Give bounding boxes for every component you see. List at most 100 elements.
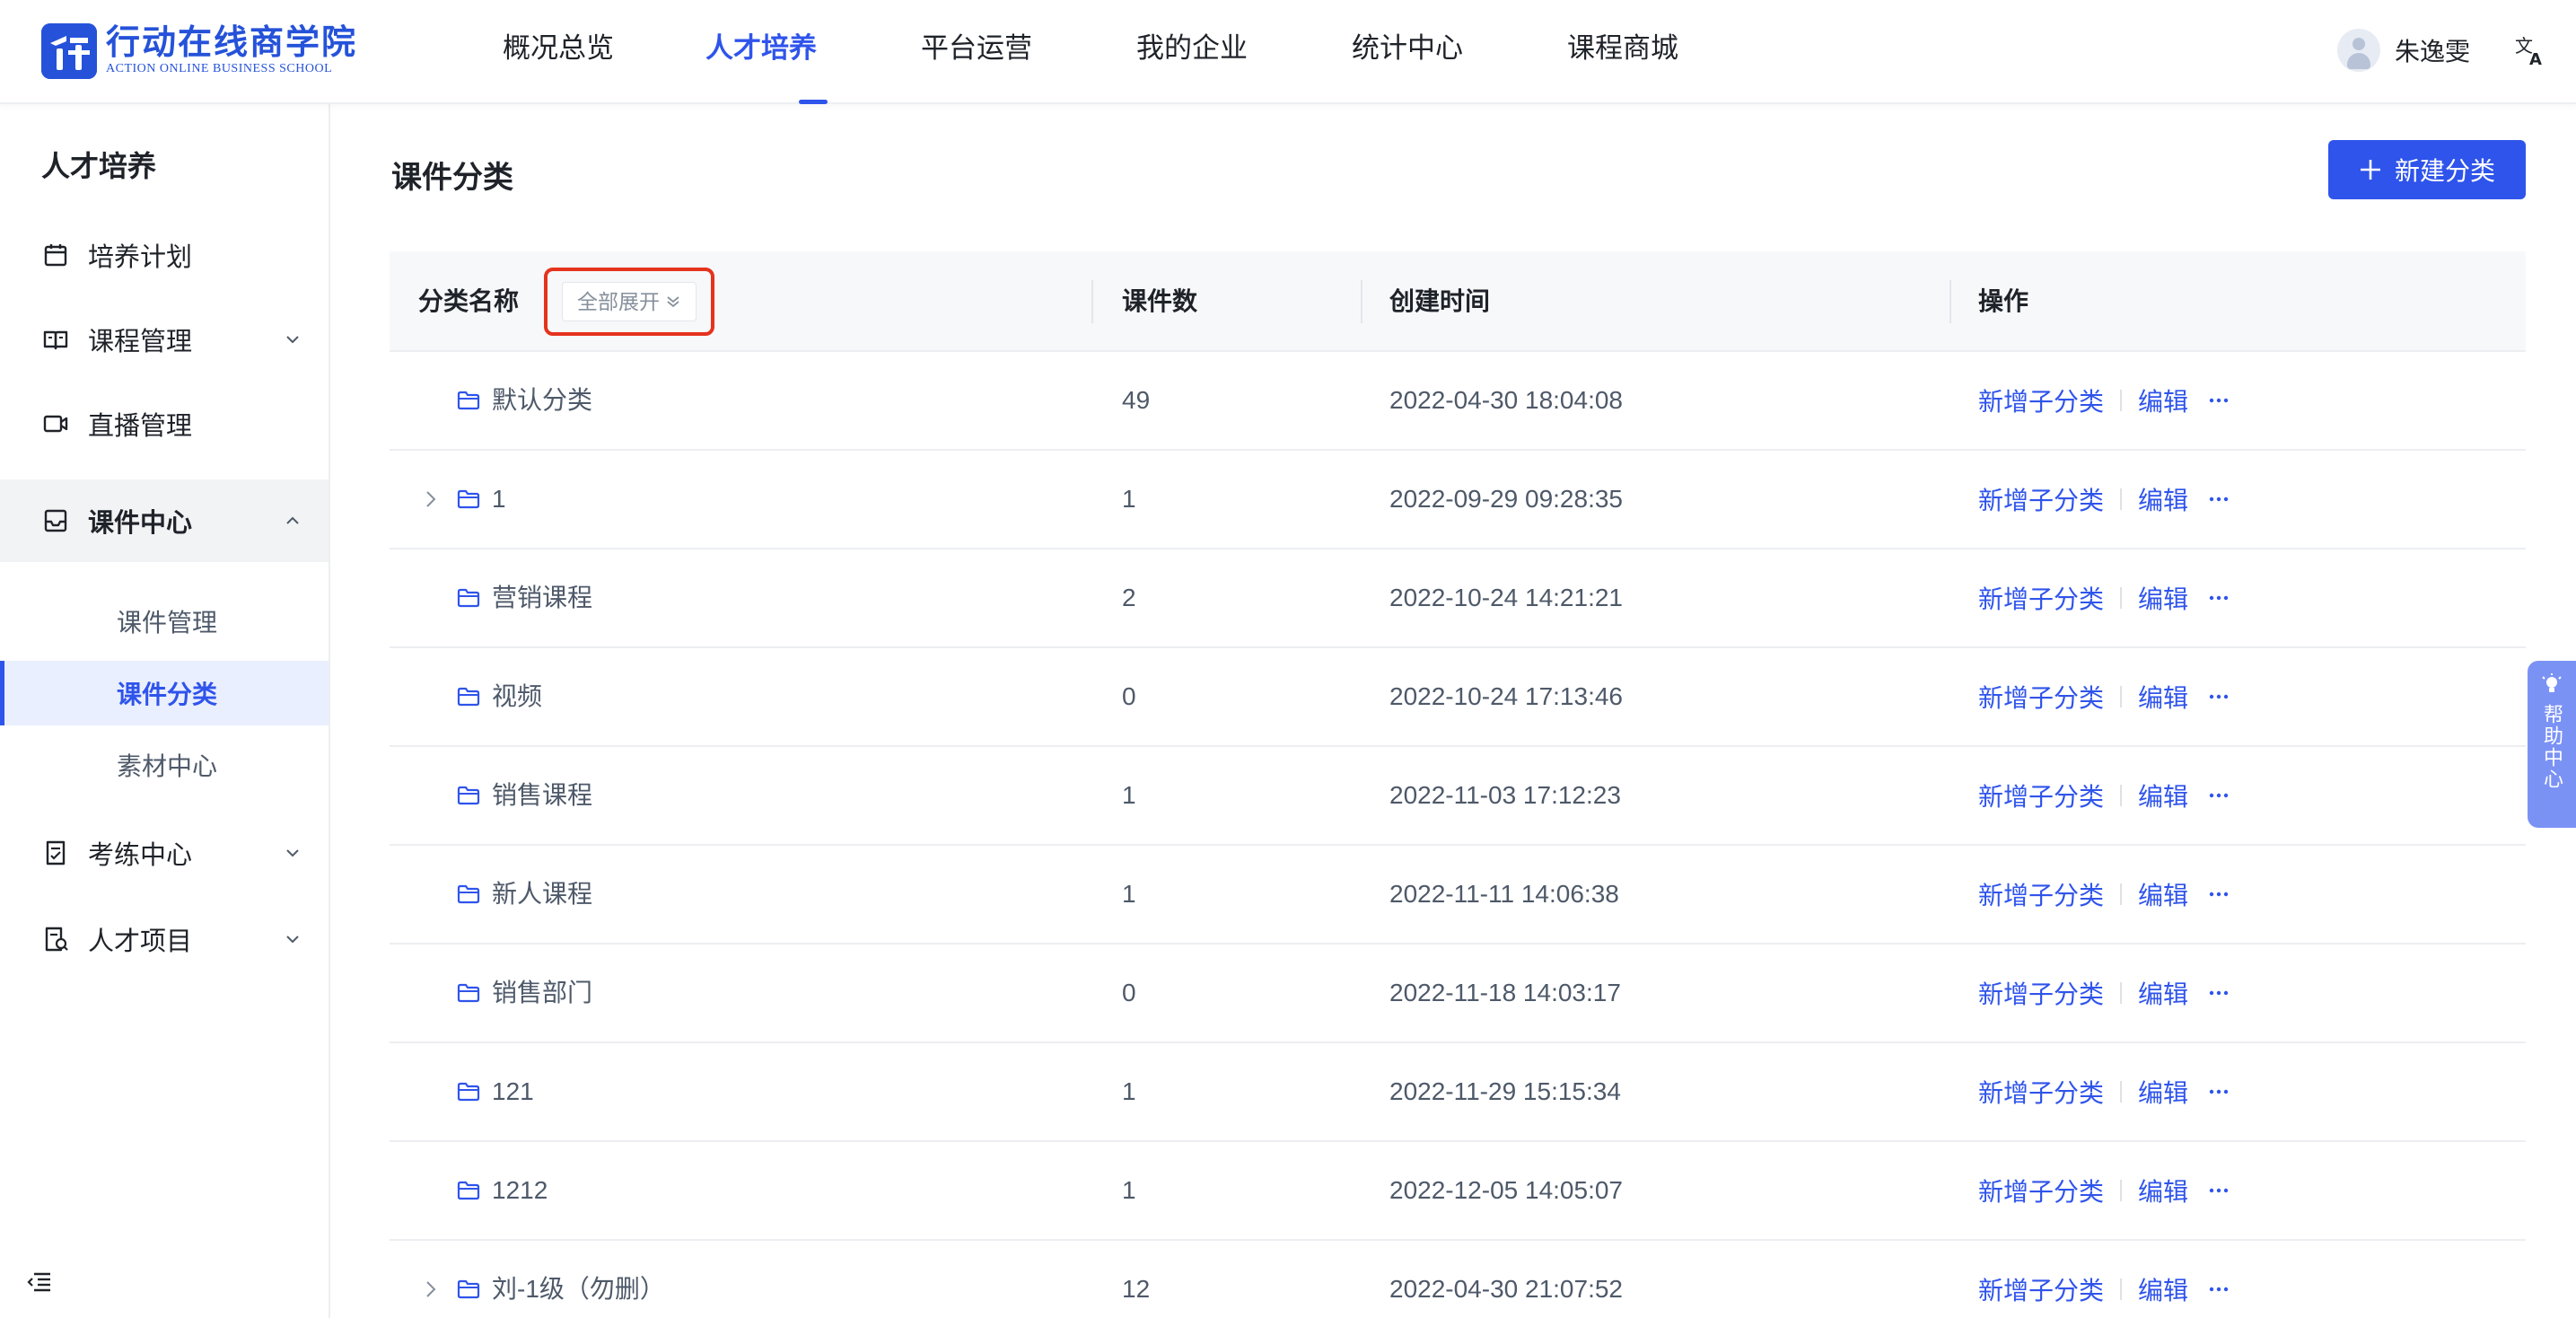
folder-icon bbox=[457, 687, 480, 707]
sidebar: 人才培养 培养计划 课程管理 直播管理 课件中心 课件管理 课件分类 素材中心 … bbox=[0, 104, 330, 1318]
edit-link[interactable]: 编辑 bbox=[2138, 1271, 2188, 1307]
edit-link[interactable]: 编辑 bbox=[2138, 382, 2188, 418]
more-icon[interactable] bbox=[2206, 1277, 2231, 1302]
user-menu[interactable]: 朱逸雯 bbox=[2337, 27, 2470, 74]
created-time: 2022-09-29 09:28:35 bbox=[1389, 485, 1623, 513]
more-icon[interactable] bbox=[2206, 684, 2231, 709]
row-actions: 新增子分类 编辑 bbox=[1978, 648, 2231, 745]
sidebar-subitem-material-center[interactable]: 素材中心 bbox=[0, 733, 329, 797]
folder-icon bbox=[457, 588, 480, 608]
more-icon[interactable] bbox=[2206, 585, 2231, 611]
edit-link[interactable]: 编辑 bbox=[2138, 580, 2188, 616]
nav-item-operations[interactable]: 平台运营 bbox=[921, 0, 1136, 104]
edit-link[interactable]: 编辑 bbox=[2138, 679, 2188, 715]
nav-item-overview[interactable]: 概况总览 bbox=[503, 0, 705, 104]
edit-link[interactable]: 编辑 bbox=[2138, 778, 2188, 813]
expand-all-button[interactable]: 全部展开 bbox=[562, 282, 697, 321]
more-icon[interactable] bbox=[2206, 783, 2231, 808]
row-actions: 新增子分类 编辑 bbox=[1978, 747, 2231, 844]
table-row: 销售部门 0 2022-11-18 14:03:17 新增子分类 编辑 bbox=[390, 945, 2526, 1043]
category-name: 新人课程 bbox=[492, 880, 593, 908]
action-divider bbox=[2120, 1278, 2123, 1300]
add-subcategory-link[interactable]: 新增子分类 bbox=[1978, 679, 2104, 715]
edit-link[interactable]: 编辑 bbox=[2138, 481, 2188, 517]
action-divider bbox=[2120, 883, 2123, 905]
add-subcategory-link[interactable]: 新增子分类 bbox=[1978, 580, 2104, 616]
add-subcategory-link[interactable]: 新增子分类 bbox=[1978, 481, 2104, 517]
more-icon[interactable] bbox=[2206, 1079, 2231, 1104]
sidebar-subitem-courseware-category[interactable]: 课件分类 bbox=[0, 661, 329, 725]
sidebar-item-label: 考练中心 bbox=[88, 841, 193, 870]
calendar-icon bbox=[44, 244, 67, 267]
sidebar-item-label: 直播管理 bbox=[88, 412, 193, 441]
action-divider bbox=[2120, 587, 2123, 609]
add-subcategory-link[interactable]: 新增子分类 bbox=[1978, 382, 2104, 418]
nav-item-enterprise[interactable]: 我的企业 bbox=[1136, 0, 1352, 104]
created-time: 2022-11-03 17:12:23 bbox=[1389, 781, 1621, 809]
edit-link[interactable]: 编辑 bbox=[2138, 876, 2188, 912]
top-bar: 行动在线商学院 ACTION ONLINE BUSINESS SCHOOL 概况… bbox=[0, 0, 2576, 104]
edit-link[interactable]: 编辑 bbox=[2138, 975, 2188, 1011]
table-row: 121 1 2022-11-29 15:15:34 新增子分类 编辑 bbox=[390, 1043, 2526, 1142]
courseware-count: 1 bbox=[1122, 781, 1136, 809]
plus-icon bbox=[2360, 160, 2380, 180]
sidebar-item-courseware-center[interactable]: 课件中心 bbox=[0, 479, 329, 562]
svg-text:A: A bbox=[2529, 50, 2542, 68]
nav-item-talent[interactable]: 人才培养 bbox=[705, 0, 921, 104]
more-icon[interactable] bbox=[2206, 487, 2231, 512]
more-icon[interactable] bbox=[2206, 1178, 2231, 1203]
sidebar-item-training-plan[interactable]: 培养计划 bbox=[0, 214, 329, 296]
add-subcategory-link[interactable]: 新增子分类 bbox=[1978, 1173, 2104, 1208]
more-icon[interactable] bbox=[2206, 882, 2231, 907]
row-actions: 新增子分类 编辑 bbox=[1978, 945, 2231, 1041]
add-subcategory-link[interactable]: 新增子分类 bbox=[1978, 975, 2104, 1011]
created-time: 2022-12-05 14:05:07 bbox=[1389, 1176, 1623, 1204]
sidebar-item-label: 培养计划 bbox=[88, 243, 193, 272]
brand-name: 行动在线商学院 bbox=[106, 24, 358, 62]
table-row: 销售课程 1 2022-11-03 17:12:23 新增子分类 编辑 bbox=[390, 747, 2526, 846]
courseware-count: 1 bbox=[1122, 1176, 1136, 1204]
translate-icon[interactable]: 文 A bbox=[2513, 32, 2549, 68]
created-time: 2022-10-24 14:21:21 bbox=[1389, 584, 1623, 611]
more-icon[interactable] bbox=[2206, 980, 2231, 1006]
sidebar-item-label: 课程管理 bbox=[88, 328, 193, 356]
sidebar-subitem-courseware-management[interactable]: 课件管理 bbox=[0, 589, 329, 654]
edit-link[interactable]: 编辑 bbox=[2138, 1074, 2188, 1110]
logo-mark-icon bbox=[41, 23, 97, 79]
help-center-tab[interactable]: 帮助中心 bbox=[2528, 661, 2576, 828]
column-header-name: 分类名称 bbox=[418, 287, 520, 315]
courseware-count: 49 bbox=[1122, 386, 1151, 414]
exam-icon bbox=[46, 840, 66, 865]
collapse-sidebar-icon[interactable] bbox=[25, 1268, 54, 1296]
brand-logo[interactable]: 行动在线商学院 ACTION ONLINE BUSINESS SCHOOL bbox=[41, 20, 357, 83]
new-category-button[interactable]: 新建分类 bbox=[2328, 140, 2526, 199]
category-name: 121 bbox=[492, 1077, 534, 1105]
sidebar-item-course-management[interactable]: 课程管理 bbox=[0, 298, 329, 381]
add-subcategory-link[interactable]: 新增子分类 bbox=[1978, 1074, 2104, 1110]
add-subcategory-link[interactable]: 新增子分类 bbox=[1978, 778, 2104, 813]
column-header-count: 课件数 bbox=[1122, 287, 1198, 315]
sidebar-item-live-management[interactable]: 直播管理 bbox=[0, 382, 329, 465]
table-row: 刘-1级（勿删） 12 2022-04-30 21:07:52 新增子分类 编辑 bbox=[390, 1241, 2526, 1318]
folder-icon bbox=[457, 983, 480, 1003]
created-time: 2022-11-29 15:15:34 bbox=[1389, 1077, 1621, 1105]
book-icon bbox=[43, 330, 68, 350]
chevron-right-icon[interactable] bbox=[420, 488, 442, 510]
more-icon[interactable] bbox=[2206, 388, 2231, 413]
action-divider bbox=[2120, 1180, 2123, 1201]
inbox-icon bbox=[44, 509, 67, 532]
user-avatar-icon bbox=[2337, 29, 2380, 72]
sidebar-item-exam-center[interactable]: 考练中心 bbox=[0, 812, 329, 894]
add-subcategory-link[interactable]: 新增子分类 bbox=[1978, 1271, 2104, 1307]
edit-link[interactable]: 编辑 bbox=[2138, 1173, 2188, 1208]
created-time: 2022-11-11 14:06:38 bbox=[1389, 880, 1619, 908]
row-actions: 新增子分类 编辑 bbox=[1978, 1043, 2231, 1140]
courseware-count: 1 bbox=[1122, 485, 1136, 513]
chevron-right-icon[interactable] bbox=[420, 1278, 442, 1300]
created-time: 2022-04-30 18:04:08 bbox=[1389, 386, 1623, 414]
sidebar-item-talent-project[interactable]: 人才项目 bbox=[0, 898, 329, 980]
sidebar-title: 人才培养 bbox=[41, 150, 157, 182]
nav-item-mall[interactable]: 课程商城 bbox=[1567, 0, 1729, 104]
add-subcategory-link[interactable]: 新增子分类 bbox=[1978, 876, 2104, 912]
nav-item-statistics[interactable]: 统计中心 bbox=[1352, 0, 1567, 104]
